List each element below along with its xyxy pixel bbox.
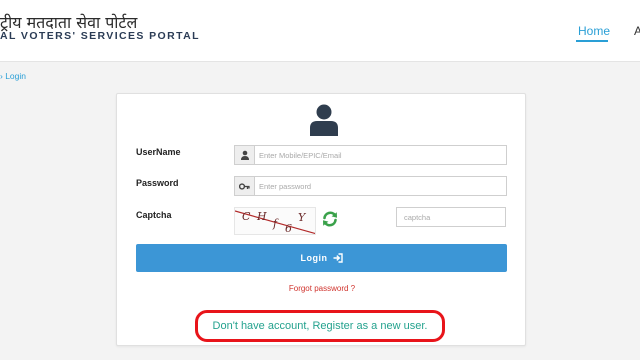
login-button-label: Login (300, 253, 328, 263)
captcha-image: C H f 6 Y (234, 207, 316, 235)
captcha-char: Y (298, 211, 306, 224)
refresh-captcha-icon[interactable] (321, 210, 339, 228)
sign-in-icon (333, 253, 343, 263)
login-button[interactable]: Login (136, 244, 507, 272)
nav-home-link[interactable]: Home (578, 24, 610, 38)
user-avatar-icon (310, 104, 338, 136)
captcha-char: f (273, 217, 278, 230)
nav-home-underline (576, 40, 608, 42)
nav-next-link[interactable]: A (634, 24, 640, 38)
captcha-char: 6 (285, 222, 292, 235)
forgot-password-link[interactable]: Forgot password ? (117, 284, 527, 293)
register-highlight: Don't have account, Register as a new us… (195, 310, 445, 342)
captcha-input[interactable] (396, 207, 506, 227)
top-header: ट्रीय मतदाता सेवा पोर्टल AL VOTERS' SERV… (0, 0, 640, 62)
username-field-group (234, 145, 507, 165)
username-label: UserName (136, 147, 181, 157)
brand-title-english: AL VOTERS' SERVICES PORTAL (0, 30, 200, 42)
captcha-text: C H f 6 Y (235, 208, 315, 234)
key-icon (235, 177, 255, 195)
user-icon (235, 146, 255, 164)
password-input[interactable] (255, 177, 506, 195)
login-card: UserName Password Captcha C H f 6 Y (116, 93, 526, 346)
username-input[interactable] (255, 146, 506, 164)
password-field-group (234, 176, 507, 196)
captcha-char: H (257, 210, 267, 223)
captcha-char: C (242, 210, 251, 223)
breadcrumb[interactable]: › Login (0, 71, 26, 81)
register-link[interactable]: Don't have account, Register as a new us… (213, 320, 428, 332)
captcha-label: Captcha (136, 210, 172, 220)
password-label: Password (136, 178, 179, 188)
